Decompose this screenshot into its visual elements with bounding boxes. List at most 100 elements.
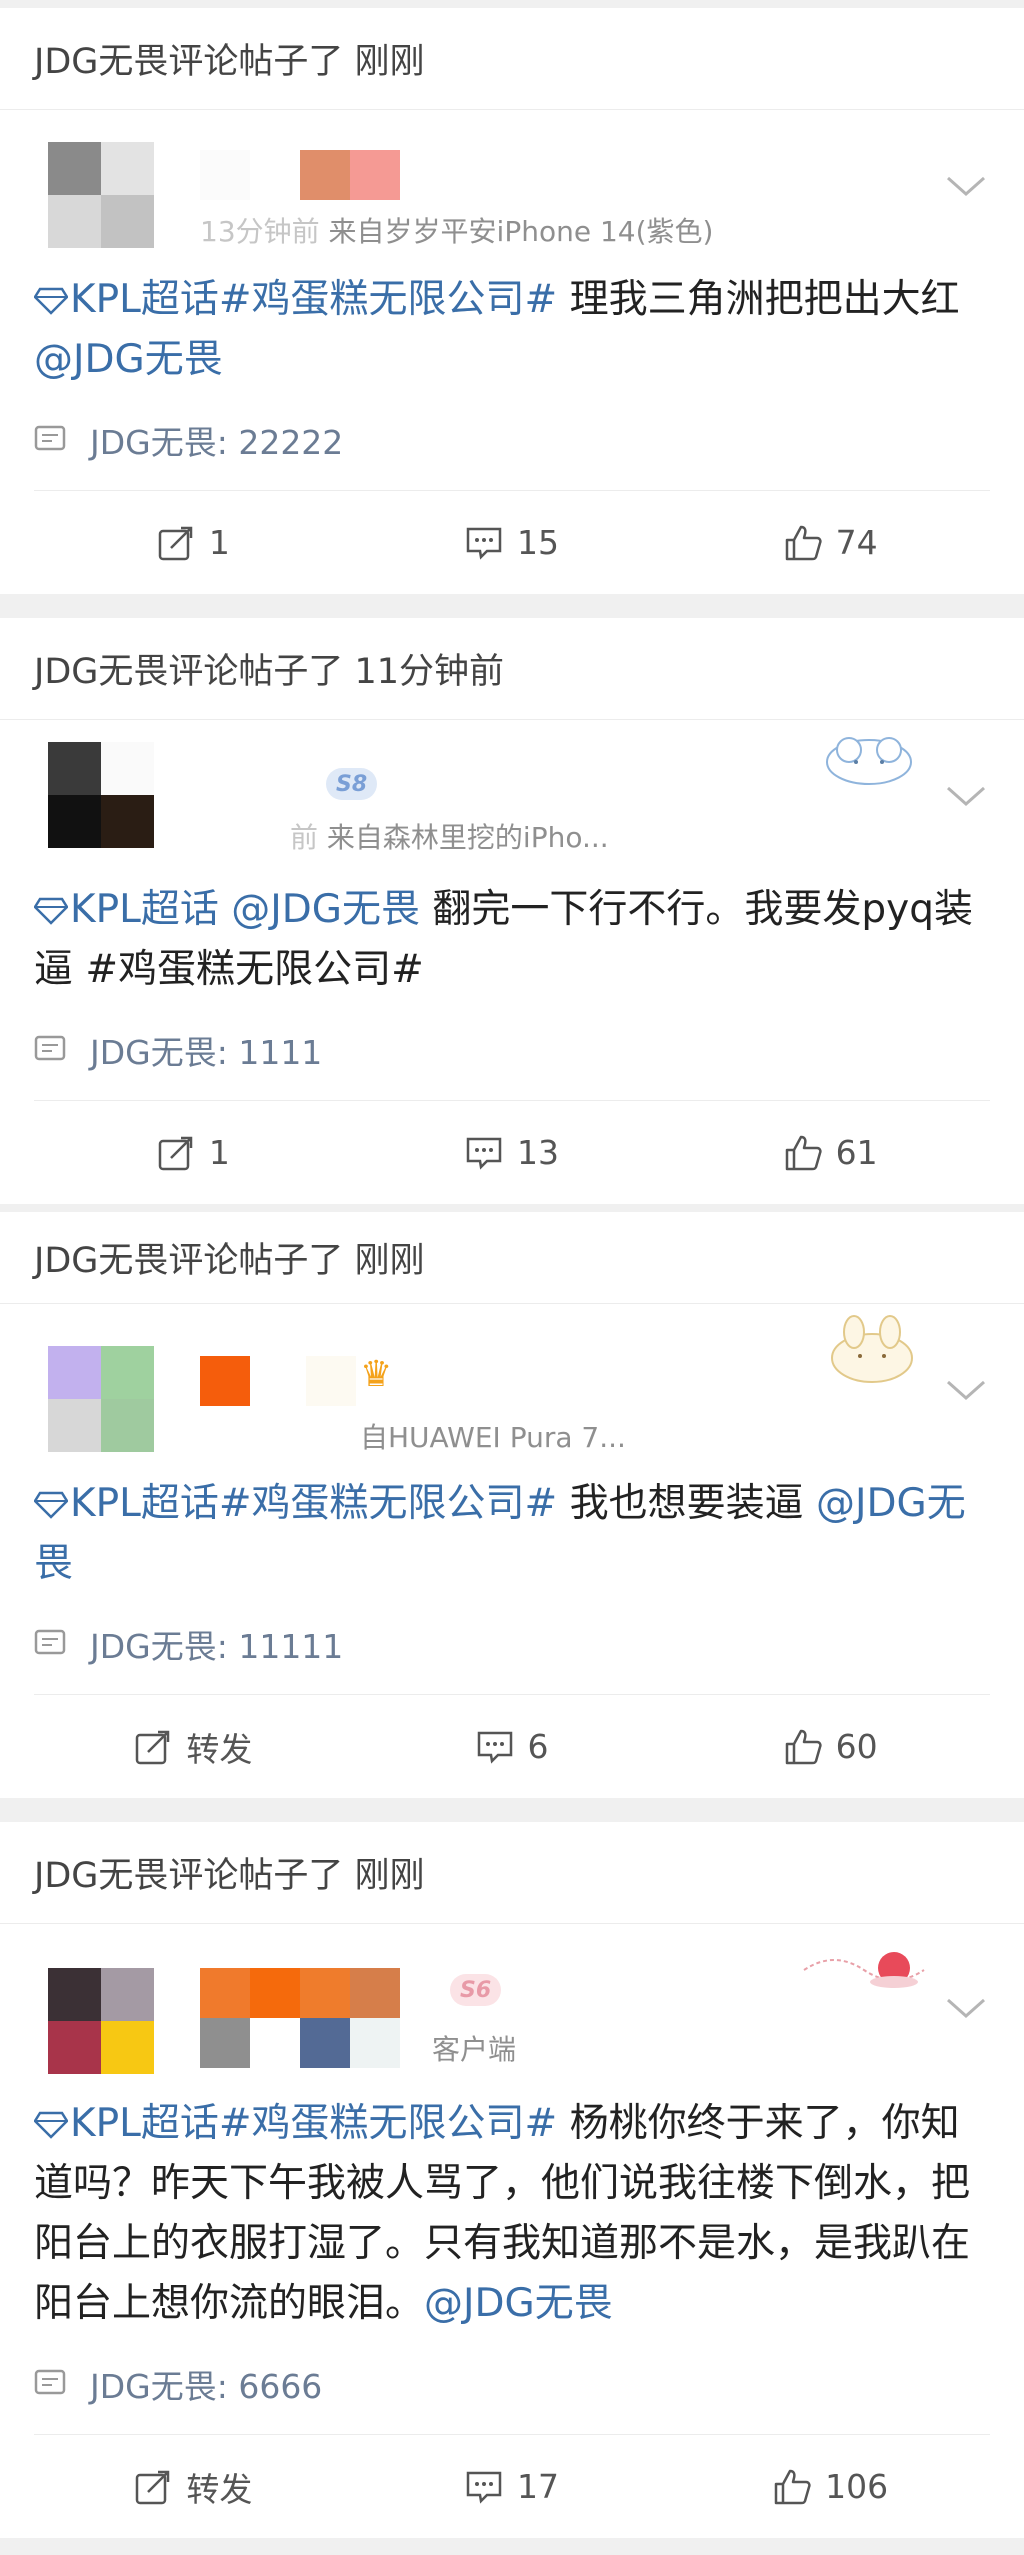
post-source: 来自岁岁平安iPhone 14(紫色) (328, 215, 714, 248)
comment-icon (466, 2471, 502, 2504)
post-source: 来自森林里挖的iPho... (326, 821, 609, 854)
topic-link[interactable]: KPL超话#鸡蛋糕无限公司# (70, 1481, 557, 1526)
mention-link[interactable]: @JDG无畏 (424, 2281, 613, 2326)
comment-button[interactable]: 13 (353, 1133, 672, 1172)
post-content: KPL超话#鸡蛋糕无限公司# 理我三角洲把把出大红 @JDG无畏 (0, 270, 1024, 390)
like-count: 74 (835, 523, 878, 562)
post-text: 理我三角洲把把出大红 (557, 277, 960, 322)
comment-count: 6 (527, 1727, 549, 1766)
comment-icon (466, 1137, 502, 1170)
avatar[interactable] (48, 1346, 154, 1452)
action-bar: 1 15 74 (34, 490, 990, 594)
avatar[interactable] (48, 742, 154, 848)
repost-button[interactable]: 转发 (34, 1723, 353, 1771)
top-comment[interactable]: JDG无畏: 1111 (0, 1000, 1024, 1100)
comment-button[interactable]: 17 (353, 2467, 672, 2506)
repost-label: 转发 (186, 1729, 253, 1769)
like-icon (774, 2469, 811, 2504)
like-button[interactable]: 61 (671, 1133, 990, 1172)
top-comment[interactable]: JDG无畏: 22222 (0, 390, 1024, 490)
comment-count: 15 (517, 523, 559, 562)
like-icon (785, 525, 822, 560)
like-count: 60 (835, 1727, 878, 1766)
topic-link[interactable]: KPL超话 (70, 887, 231, 932)
post-card[interactable]: JDG无畏评论帖子了 11分钟前 S8 前 来自森林里挖的iPho... KPL… (0, 618, 1024, 1204)
level-badge: S8 (326, 768, 378, 800)
top-comment[interactable]: JDG无畏: 11111 (0, 1594, 1024, 1694)
top-comment-text: JDG无畏: 22222 (90, 423, 344, 462)
repost-label: 转发 (186, 2469, 253, 2509)
post-content: KPL超话#鸡蛋糕无限公司# 我也想要装逼 @JDG无畏 (0, 1474, 1024, 1594)
username-blurred[interactable] (200, 150, 400, 200)
post-source: 客户端 (432, 2033, 517, 2066)
top-comment-text: JDG无畏: 6666 (90, 2367, 323, 2406)
mention-link[interactable]: @JDG无畏 (34, 337, 223, 382)
repost-icon (158, 1136, 193, 1170)
username-blurred-row2 (200, 2018, 400, 2068)
like-icon (785, 1135, 822, 1170)
post-meta: 客户端 (432, 2028, 516, 2068)
post-meta: 前 来自森林里挖的iPho... (290, 816, 609, 856)
level-badge: S6 (450, 1974, 502, 2006)
post-content: KPL超话#鸡蛋糕无限公司# 杨桃你终于来了，你知道吗？昨天下午我被人骂了，他们… (0, 2094, 1024, 2334)
chevron-down-icon[interactable] (944, 782, 988, 810)
bunny-sticker-icon (831, 1315, 913, 1383)
action-bar: 转发 6 60 (34, 1694, 990, 1798)
comment-bubble-icon (34, 1035, 66, 1061)
comment-button[interactable]: 15 (353, 523, 672, 562)
gem-icon (34, 897, 68, 925)
chevron-down-icon[interactable] (944, 1376, 988, 1404)
post-header: JDG无畏评论帖子了 刚刚 (0, 8, 1024, 110)
post-card[interactable]: JDG无畏评论帖子了 刚刚 ♛ 自HUAWEI Pura 7... KPL超话#… (0, 1212, 1024, 1798)
comment-count: 17 (517, 2467, 559, 2506)
repost-icon (136, 1730, 170, 1764)
post-time: 13分钟前 (200, 215, 320, 248)
comment-count: 13 (517, 1133, 559, 1172)
post-meta: 自HUAWEI Pura 7... (360, 1416, 626, 1456)
like-button[interactable]: 106 (671, 2467, 990, 2506)
repost-icon (136, 2470, 170, 2504)
crown-icon: ♛ (360, 1354, 393, 1395)
avatar[interactable] (48, 142, 154, 248)
comment-button[interactable]: 6 (353, 1727, 672, 1766)
username-blurred[interactable] (200, 1968, 400, 2018)
top-comment-text: JDG无畏: 1111 (90, 1033, 323, 1072)
post-header: JDG无畏评论帖子了 刚刚 (0, 1212, 1024, 1304)
post-time: 前 (290, 821, 319, 854)
username-blurred[interactable] (200, 1356, 356, 1406)
post-card[interactable]: JDG无畏评论帖子了 刚刚 S6 客户端 KPL超话#鸡蛋糕无限公司# 杨桃你终… (0, 1822, 1024, 2538)
gem-icon (34, 2111, 68, 2139)
post-meta: 13分钟前 来自岁岁平安iPhone 14(紫色) (200, 210, 713, 250)
like-icon (785, 1729, 822, 1764)
topic-link[interactable]: KPL超话#鸡蛋糕无限公司# (70, 2101, 557, 2146)
post-source: 自HUAWEI Pura 7... (360, 1421, 626, 1454)
comment-bubble-icon (34, 1629, 66, 1655)
like-button[interactable]: 74 (671, 523, 990, 562)
like-count: 106 (825, 2467, 889, 2506)
post-header: JDG无畏评论帖子了 刚刚 (0, 1822, 1024, 1924)
action-bar: 1 13 61 (34, 1100, 990, 1204)
post-card[interactable]: JDG无畏评论帖子了 刚刚 13分钟前 来自岁岁平安iPhone 14(紫色) … (0, 8, 1024, 594)
topic-link[interactable]: KPL超话#鸡蛋糕无限公司# (70, 277, 557, 322)
gem-icon (34, 1491, 68, 1519)
like-button[interactable]: 60 (671, 1727, 990, 1766)
action-bar: 转发 17 106 (34, 2434, 990, 2538)
chevron-down-icon[interactable] (944, 172, 988, 200)
cat-sticker-icon (826, 737, 912, 785)
mention-link[interactable]: @JDG无畏 (231, 887, 420, 932)
repost-count: 1 (208, 1133, 230, 1172)
repost-count: 1 (208, 523, 230, 562)
comment-bubble-icon (34, 425, 66, 451)
top-comment[interactable]: JDG无畏: 6666 (0, 2334, 1024, 2434)
chevron-down-icon[interactable] (944, 1994, 988, 2022)
repost-icon (158, 526, 193, 560)
avatar[interactable] (48, 1968, 154, 2074)
like-count: 61 (835, 1133, 878, 1172)
repost-button[interactable]: 1 (34, 1133, 353, 1172)
repost-button[interactable]: 转发 (34, 2463, 353, 2511)
repost-button[interactable]: 1 (34, 523, 353, 562)
username-blurred[interactable] (200, 760, 300, 810)
ribbon-sticker-icon (803, 1952, 925, 1988)
post-header: JDG无畏评论帖子了 11分钟前 (0, 618, 1024, 720)
comment-bubble-icon (34, 2369, 66, 2395)
